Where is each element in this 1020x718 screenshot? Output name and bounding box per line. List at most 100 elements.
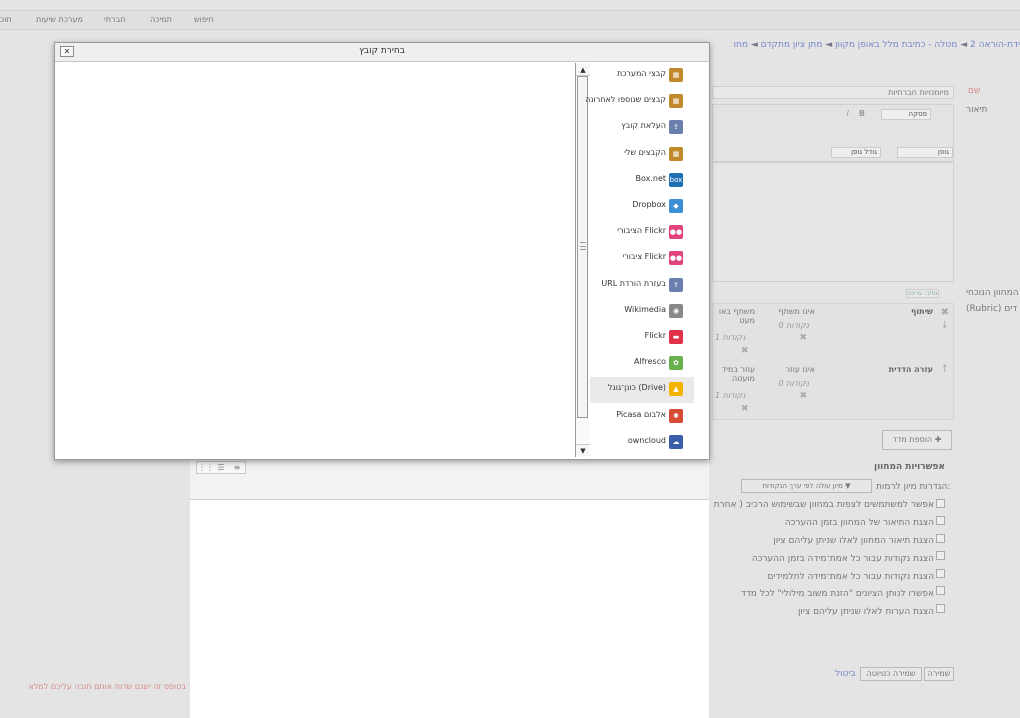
font-select[interactable]: גופן (897, 147, 953, 158)
breadcrumb-item-assignment[interactable]: מטלה - כתיבת מלל באופן מקוון (835, 40, 957, 50)
cancel-link[interactable]: ביטול (835, 669, 856, 679)
move-down-icon[interactable]: ↓ (941, 320, 949, 331)
repository-item[interactable]: קבצי המערכת ▦ (590, 63, 694, 89)
repository-item[interactable]: קבצים שנוספו לאחרונה ▦ (585, 89, 694, 115)
close-icon[interactable]: ✕ (60, 46, 74, 57)
checkbox[interactable] (936, 534, 945, 543)
repository-item[interactable]: הקבצים שלי ▦ (590, 142, 694, 168)
repository-scrollbar[interactable]: ▲ ▼ (575, 63, 590, 457)
breadcrumb-item-advanced-grading[interactable]: מתן ציון מתקדם (761, 40, 823, 50)
rubric-label: (Rubric) דים (966, 304, 1018, 314)
add-criterion-button[interactable]: הוספת מדד ✚ (882, 430, 952, 450)
checkbox[interactable] (936, 551, 945, 560)
dialog-title: בחירת קובץ (359, 46, 405, 56)
view-mode-buttons: ⋮⋮ ☰ ≡ (196, 461, 246, 474)
repository-item[interactable]: בעזרת הורדת URL ⇪ (590, 273, 694, 299)
sort-label: הגדרות מיון לרמות: (876, 482, 951, 492)
repository-label: (Drive) כונן־גוגל (607, 383, 666, 393)
required-fields-notice: בטופס זה ישנם שדות אותם חובה עליכם למלא (28, 682, 186, 691)
icons-view-icon[interactable]: ⋮⋮ (198, 463, 214, 472)
name-label: שם (968, 86, 981, 96)
repository-item[interactable]: Flickr ציבורי ●● (590, 246, 694, 272)
level-definition[interactable]: משתף באו מעט (715, 307, 755, 325)
repository-item[interactable]: Flickr ▬ (590, 325, 694, 351)
checkbox[interactable] (936, 569, 945, 578)
level-definition[interactable]: אינו משתף (778, 307, 815, 316)
delete-level-icon[interactable]: ✖ (799, 333, 807, 343)
checkbox[interactable] (936, 516, 945, 525)
scroll-up-arrow-icon[interactable]: ▲ (576, 64, 590, 76)
repository-list: קבצי המערכת ▦ קבצים שנוספו לאחרונה ▦ העלאת ק… (585, 63, 694, 457)
nav-item-social[interactable]: חברתי (104, 15, 125, 24)
server-files-icon: ▦ (669, 68, 683, 82)
italic-button[interactable]: I (847, 109, 849, 118)
level-definition[interactable]: אינו עוזר (785, 365, 815, 374)
checkbox-label: הצגת התיאור של המחוון בזמן ההערכה (784, 518, 934, 528)
name-field[interactable]: מיומנויות חברתיות (712, 86, 954, 99)
sort-order-select[interactable]: מיון עולה לפי ערך הנקודות ▼ (741, 479, 872, 493)
repository-label: אלבום Picasa (616, 409, 666, 419)
scrollbar-thumb[interactable] (577, 76, 588, 418)
flickr-public-icon: ●● (669, 225, 683, 240)
dropbox-icon: ◆ (669, 199, 683, 213)
repository-label: Dropbox (632, 200, 666, 209)
repository-item[interactable]: Dropbox ◆ (590, 194, 694, 220)
bold-button[interactable]: B (859, 109, 865, 118)
level-definition[interactable]: עוזר במיד מועטה (715, 365, 755, 383)
checkbox[interactable] (936, 604, 945, 613)
checkbox-label: הצגת תיאור המחוון לאלו שניתן עליהם ציון (773, 536, 934, 546)
upload-file-icon: ⇪ (669, 120, 683, 135)
nav-item-system-lessons[interactable]: מערכת שיעות (36, 15, 83, 24)
level-points[interactable]: 0 נקודות (778, 321, 809, 330)
repository-label: קבצי המערכת (616, 69, 666, 78)
repository-item[interactable]: העלאת קובץ ⇪ (590, 115, 694, 141)
repository-label: Flickr (644, 331, 666, 340)
repository-item[interactable]: Alfresco ✿ (590, 351, 694, 377)
nav-item-courses[interactable]: תוכ (0, 15, 12, 24)
grip-icon (580, 242, 586, 250)
alfresco-icon: ✿ (669, 356, 683, 371)
nav-item-support[interactable]: תמיכה (150, 15, 172, 24)
paragraph-select[interactable]: פסקה (881, 109, 931, 120)
repository-label: בעזרת הורדת URL (601, 278, 666, 288)
font-size-select[interactable]: גודל גופן (831, 147, 881, 158)
editor-path: נתיב: עריכה (906, 289, 939, 298)
criterion-name[interactable]: שיתוף (911, 307, 933, 316)
repository-item[interactable]: Wikimedia ◉ (590, 299, 694, 325)
delete-criterion-icon[interactable]: ✖ (941, 307, 949, 318)
delete-level-icon[interactable]: ✖ (741, 346, 749, 356)
repository-item[interactable]: Box.net box (590, 168, 694, 194)
repository-item[interactable]: Flickr הציבורי ●● (590, 220, 694, 246)
checkbox[interactable] (936, 586, 945, 595)
level-points[interactable]: 1 נקודות (715, 333, 746, 342)
wikimedia-icon: ◉ (669, 303, 683, 318)
checkbox-label: אפשר למשתמשים לצפות במחוון שבשימוש הרכיב… (713, 500, 934, 510)
checkbox-label: הצגת הערות לאלו שניתן עליהם ציון (797, 607, 934, 617)
current-rubric-label: המחוון הנוכחי (966, 288, 1019, 298)
list-view-icon[interactable]: ☰ (214, 463, 228, 472)
nav-item-search[interactable]: חיפוש (194, 15, 214, 24)
scroll-down-arrow-icon[interactable]: ▼ (576, 444, 590, 456)
breadcrumb-item-rubric[interactable]: מחו (734, 40, 748, 50)
recent-files-icon: ▦ (669, 94, 683, 109)
repository-item[interactable]: אלבום Picasa ✺ (590, 404, 694, 430)
save-button[interactable]: שמירה (924, 667, 954, 681)
delete-level-icon[interactable]: ✖ (741, 404, 749, 414)
description-editor[interactable] (712, 162, 954, 282)
breadcrumb-item-course[interactable]: ידת-הוראה 2 (970, 40, 1020, 50)
rubric-options-heading: אפשרויות המחוון (874, 462, 945, 472)
tree-view-icon[interactable]: ≡ (230, 463, 244, 472)
move-up-icon[interactable]: ↑ (941, 364, 949, 375)
repository-item[interactable]: (Drive) כונן־גוגל ▲ (590, 377, 694, 404)
level-points[interactable]: 0 נקודות (778, 379, 809, 388)
repository-item[interactable]: owncloud ☁ (590, 430, 694, 456)
delete-level-icon[interactable]: ✖ (799, 391, 807, 401)
checkbox[interactable] (936, 499, 945, 508)
breadcrumb: ידת-הוראה 2 ◄ מטלה - כתיבת מלל באופן מקו… (733, 40, 1020, 50)
save-draft-button[interactable]: שמירה כטיוטה (860, 667, 922, 681)
repository-label: owncloud (627, 435, 666, 445)
repository-label: Alfresco (633, 357, 666, 367)
criterion-name[interactable]: עזרה הדדית (889, 365, 933, 374)
url-download-icon: ⇪ (669, 277, 683, 292)
level-points[interactable]: 1 נקודות (715, 391, 746, 400)
